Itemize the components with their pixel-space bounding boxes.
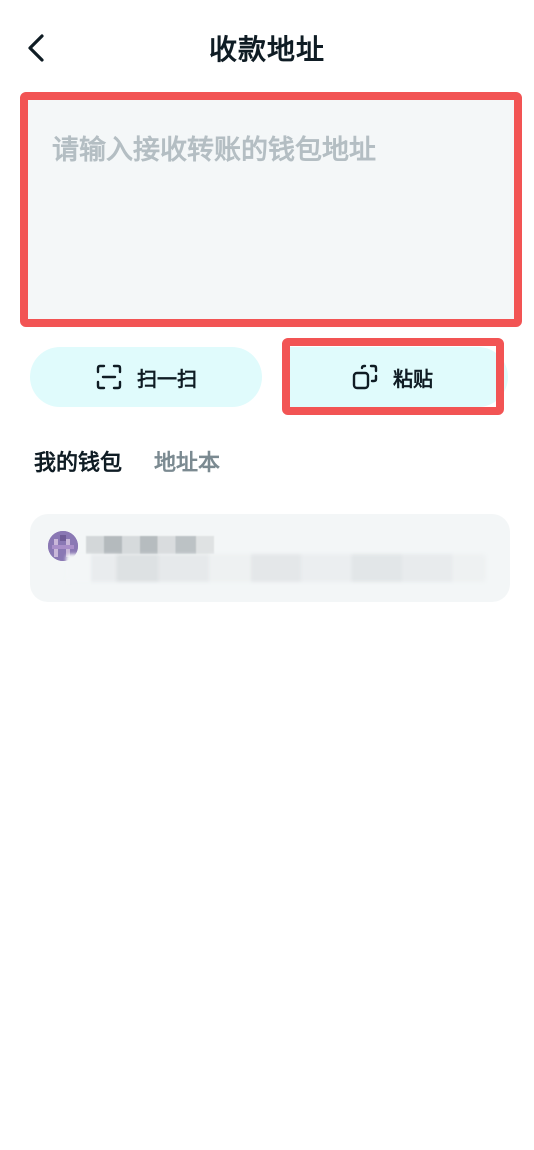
- paste-button-highlight: [282, 338, 504, 415]
- wallet-list-item[interactable]: [30, 514, 510, 602]
- address-input-highlight: [20, 92, 522, 327]
- header-bar: 收款地址: [0, 0, 534, 96]
- scan-button-label: 扫一扫: [137, 366, 197, 391]
- scan-icon: [96, 364, 122, 390]
- tab-my-wallets[interactable]: 我的钱包: [34, 445, 122, 477]
- wallet-name-redacted: [86, 536, 214, 554]
- address-input[interactable]: [28, 100, 514, 319]
- page-title: 收款地址: [208, 33, 325, 66]
- wallet-address-redacted: [66, 554, 486, 582]
- scan-button[interactable]: 扫一扫: [30, 347, 262, 407]
- tab-address-book[interactable]: 地址本: [154, 445, 220, 477]
- wallet-tabs: 我的钱包 地址本: [34, 446, 252, 476]
